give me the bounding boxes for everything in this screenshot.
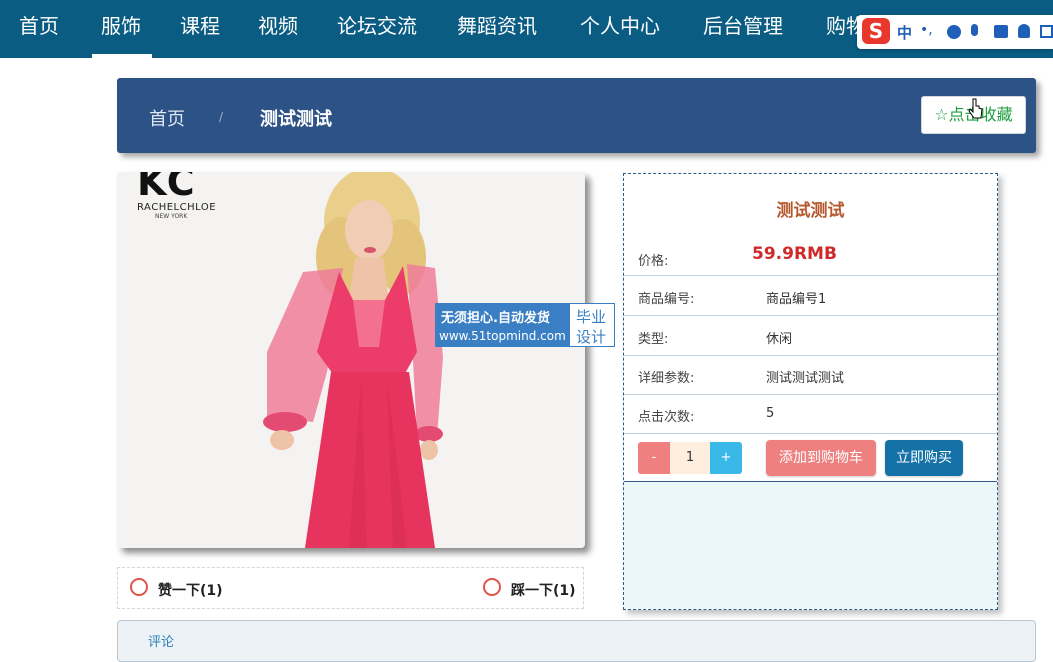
- watermark-banner: 无须担心.自动发货 www.51topmind.com: [435, 303, 569, 347]
- dress-photo: [117, 172, 585, 548]
- brand-subtitle: NEW YORK: [155, 213, 188, 220]
- nav-active-indicator: [92, 54, 152, 58]
- emoji-icon[interactable]: [947, 25, 961, 39]
- type-row: 类型: 休闲: [624, 316, 997, 356]
- nav-item-profile[interactable]: 个人中心: [580, 0, 660, 58]
- quantity-input[interactable]: [670, 442, 710, 474]
- breadcrumb-current: 测试测试: [260, 109, 332, 130]
- like-button[interactable]: 赞一下(1): [158, 580, 223, 600]
- params-label: 详细参数:: [638, 371, 695, 386]
- price-row: 价格: 59.9RMB: [624, 236, 997, 276]
- nav-item-courses[interactable]: 课程: [180, 0, 220, 58]
- nav-item-forum[interactable]: 论坛交流: [337, 0, 417, 58]
- nav-item-admin[interactable]: 后台管理: [703, 0, 783, 58]
- dislike-button[interactable]: 踩一下(1): [511, 580, 576, 600]
- buy-now-button[interactable]: 立即购买: [885, 440, 963, 476]
- clicks-value: 5: [766, 406, 775, 421]
- brand-logo-mark: KC: [137, 172, 197, 204]
- ime-logo-icon[interactable]: S: [862, 18, 890, 44]
- clicks-label: 点击次数:: [638, 410, 695, 425]
- product-info-panel: 测试测试 价格: 59.9RMB 商品编号: 商品编号1 类型: 休闲 详细参数…: [623, 173, 998, 610]
- grid-icon[interactable]: [1040, 25, 1053, 38]
- type-label: 类型:: [638, 332, 669, 347]
- nav-item-dance-news[interactable]: 舞蹈资讯: [457, 0, 537, 58]
- product-image[interactable]: KC RACHELCHLOE NEW YORK: [117, 172, 585, 548]
- like-smiley-icon[interactable]: [130, 578, 148, 596]
- nav-item-videos[interactable]: 视频: [258, 0, 298, 58]
- dislike-smiley-icon[interactable]: [483, 578, 501, 596]
- product-code-value: 商品编号1: [766, 292, 827, 307]
- price-label: 价格:: [638, 254, 669, 269]
- clicks-row: 点击次数: 5: [624, 394, 997, 434]
- watermark-tag-line2: 设计: [576, 328, 607, 346]
- watermark-slogan: 无须担心.自动发货: [441, 311, 550, 326]
- watermark-tag-line1: 毕业: [576, 308, 607, 326]
- ime-toolbar[interactable]: S 中 •,: [857, 15, 1053, 49]
- quantity-decrease-button[interactable]: -: [638, 442, 670, 474]
- type-value: 休闲: [766, 332, 793, 347]
- user-icon[interactable]: [1018, 24, 1030, 38]
- comment-panel: 评论: [117, 620, 1036, 662]
- comment-title: 评论: [148, 635, 175, 650]
- params-row: 详细参数: 测试测试测试: [624, 355, 997, 395]
- watermark-tag: 毕业 设计: [569, 303, 615, 347]
- ime-punct-toggle[interactable]: •,: [920, 22, 933, 38]
- quantity-increase-button[interactable]: +: [710, 442, 742, 474]
- keyboard-icon[interactable]: [994, 25, 1008, 38]
- breadcrumb-separator: /: [219, 110, 224, 124]
- top-nav: 首页 服饰 课程 视频 论坛交流 舞蹈资讯 个人中心 后台管理 购物车 S 中 …: [0, 0, 1053, 58]
- params-value: 测试测试测试: [766, 371, 845, 386]
- breadcrumb: 首页 / 测试测试 ☆点击收藏: [117, 78, 1036, 153]
- brand-name: RACHELCHLOE: [137, 202, 217, 213]
- reaction-bar: 赞一下(1) 踩一下(1): [117, 567, 584, 609]
- product-code-label: 商品编号:: [638, 292, 695, 307]
- add-to-cart-button[interactable]: 添加到购物车: [766, 440, 876, 476]
- nav-item-home[interactable]: 首页: [19, 0, 59, 58]
- watermark-url: www.51topmind.com: [439, 329, 566, 343]
- microphone-icon[interactable]: [971, 24, 978, 36]
- breadcrumb-home[interactable]: 首页: [149, 105, 185, 131]
- nav-item-clothing[interactable]: 服饰: [101, 0, 141, 58]
- product-extra-area: [624, 482, 997, 609]
- mouse-cursor-icon: [968, 98, 983, 119]
- product-code-row: 商品编号: 商品编号1: [624, 276, 997, 316]
- price-value: 59.9RMB: [752, 244, 837, 264]
- product-title: 测试测试: [776, 201, 845, 221]
- ime-mode-toggle[interactable]: 中: [897, 22, 912, 43]
